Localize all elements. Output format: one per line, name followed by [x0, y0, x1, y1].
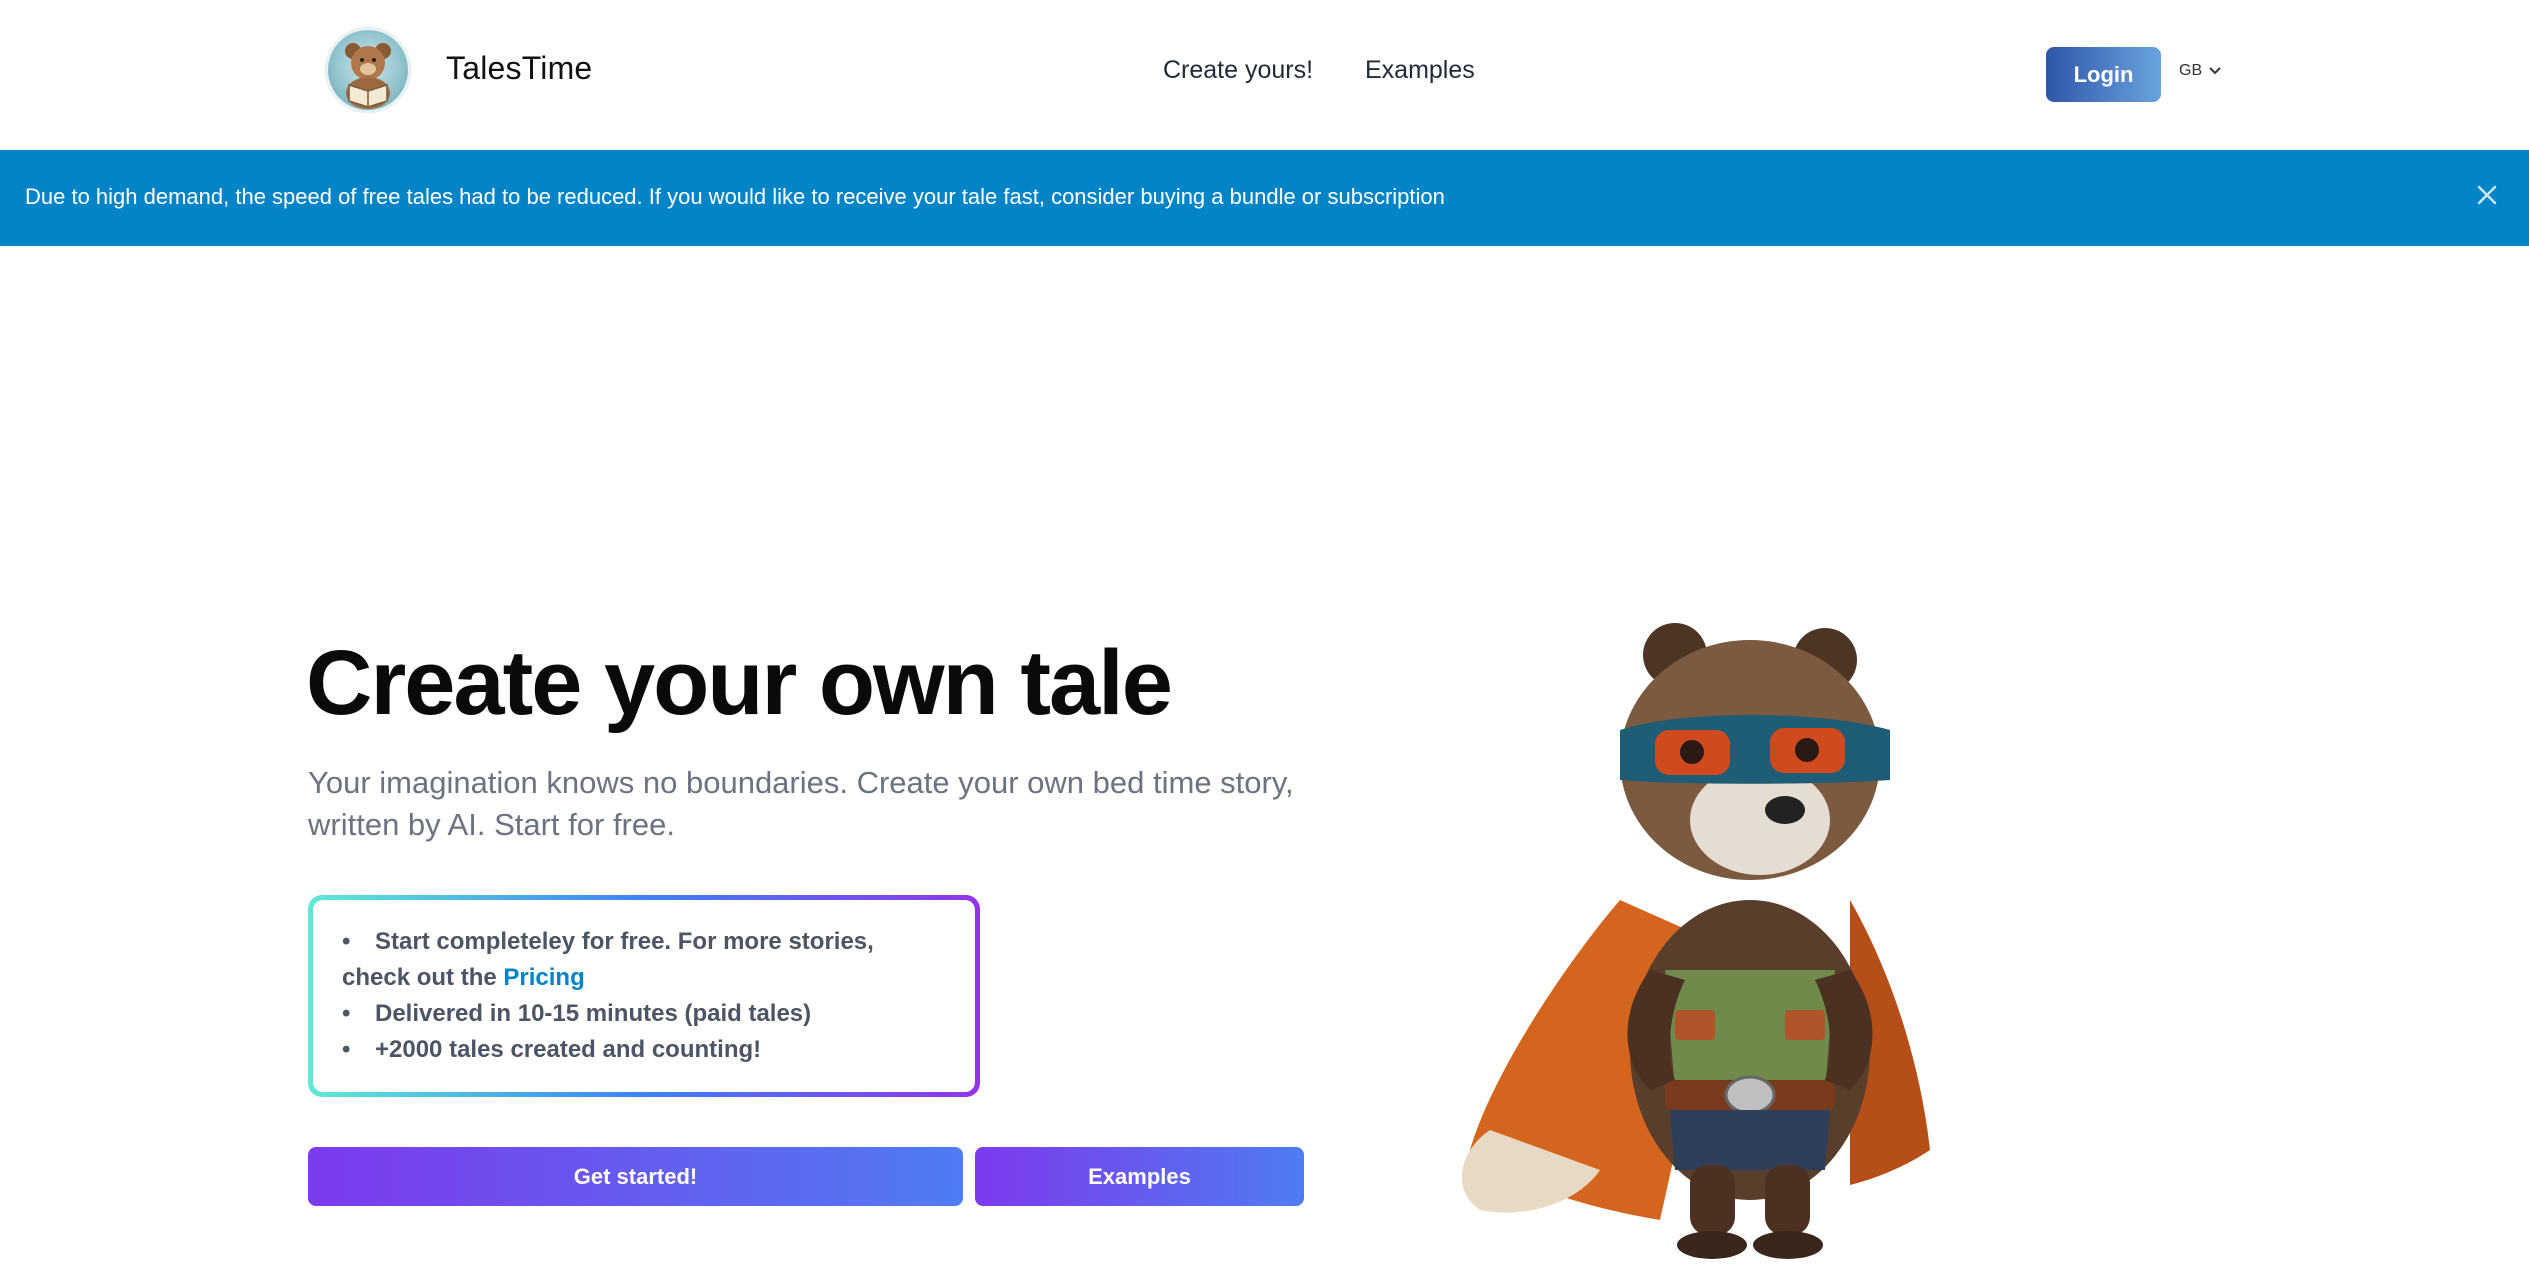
examples-button[interactable]: Examples [975, 1147, 1304, 1206]
logo-bear-reading[interactable] [325, 27, 411, 113]
language-selector[interactable]: GB [2179, 62, 2222, 80]
site-header: TalesTime Create yours! Examples Login G… [0, 0, 2529, 150]
notice-banner: Due to high demand, the speed of free ta… [0, 150, 2529, 246]
feature-item: • Start completeley for free. For more st… [342, 928, 874, 991]
hero-subtitle: Your imagination knows no boundaries. Cr… [308, 765, 1294, 842]
nav-examples[interactable]: Examples [1365, 56, 1475, 85]
feature-item: • +2000 tales created and counting! [342, 1036, 762, 1063]
feature-text-free: Start completeley for free. For more sto… [342, 928, 874, 991]
brand-name[interactable]: TalesTime [446, 50, 592, 87]
raccoon-superhero-illustration [1461, 623, 1930, 1259]
language-code: GB [2179, 62, 2203, 79]
nav-create-yours[interactable]: Create yours! [1163, 56, 1313, 85]
chevron-down-icon [2209, 67, 2221, 75]
features-box: • Start completeley for free. For more st… [308, 895, 980, 1097]
pricing-link[interactable]: Pricing [503, 964, 584, 991]
hero-title: Create your own tale [306, 632, 1173, 734]
banner-text: Due to high demand, the speed of free ta… [25, 184, 1445, 209]
close-icon[interactable] [2474, 182, 2500, 208]
feature-text-count: +2000 tales created and counting! [375, 1036, 762, 1063]
get-started-button[interactable]: Get started! [308, 1147, 963, 1206]
feature-item: • Delivered in 10-15 minutes (paid tales) [342, 1000, 812, 1027]
bear-logo-icon [345, 43, 391, 109]
feature-text-delivery: Delivered in 10-15 minutes (paid tales) [375, 1000, 812, 1027]
login-button[interactable]: Login [2046, 47, 2161, 102]
features-list: • Start completeley for free. For more st… [342, 924, 947, 1068]
